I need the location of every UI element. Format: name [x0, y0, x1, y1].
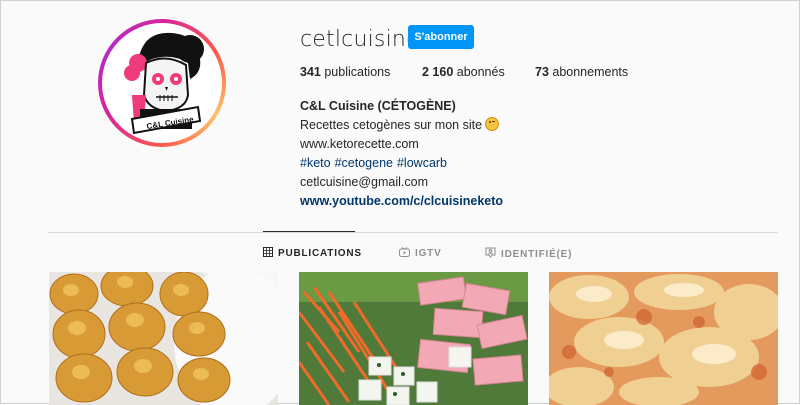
following-stat[interactable]: 73 abonnements [535, 65, 628, 79]
profile-username: cetlcuisine [300, 27, 420, 52]
bio-name: C&L Cuisine (CÉTOGÈNE) [300, 99, 456, 113]
bio-tagline: Recettes cetogènes sur mon site [300, 118, 483, 132]
tab-label: IGTV [415, 248, 442, 259]
tabs-divider [48, 232, 778, 233]
grid-icon [263, 247, 273, 260]
tab-publications[interactable]: PUBLICATIONS [263, 247, 362, 260]
tab-tagged[interactable]: IDENTIFIÉ(E) [485, 247, 572, 261]
tab-igtv[interactable]: IGTV [399, 247, 442, 260]
profile-avatar[interactable]: C&L Cuisine [98, 19, 226, 147]
avatar-image: C&L Cuisine [102, 23, 222, 143]
tagged-icon [485, 247, 496, 261]
winking-face-icon [485, 117, 500, 131]
posts-count: 341 [300, 65, 321, 79]
profile-bio: C&L Cuisine (CÉTOGÈNE) Recettes cetogène… [300, 97, 503, 211]
followers-stat[interactable]: 2 160 abonnés [422, 65, 505, 79]
igtv-icon [399, 247, 410, 260]
posts-label: publications [320, 65, 391, 79]
followers-label: abonnés [453, 65, 505, 79]
post-thumbnail-salad[interactable] [299, 272, 528, 405]
tab-label: PUBLICATIONS [278, 248, 362, 259]
following-count: 73 [535, 65, 549, 79]
hashtag-link[interactable]: #cetogene [335, 156, 393, 170]
posts-stat: 341 publications [300, 65, 390, 79]
post-thumbnail-madeleines[interactable] [49, 272, 278, 405]
bio-website: www.ketorecette.com [300, 137, 419, 151]
following-label: abonnements [548, 65, 629, 79]
bio-hashtags: #keto #cetogene #lowcarb [300, 154, 503, 173]
followers-count: 2 160 [422, 65, 454, 79]
hashtag-link[interactable]: #keto [300, 156, 331, 170]
bio-email: cetlcuisine@gmail.com [300, 175, 429, 189]
bio-tagline-row: Recettes cetogènes sur mon site [300, 116, 503, 135]
follow-button[interactable]: S'abonner [408, 25, 474, 49]
tab-label: IDENTIFIÉ(E) [501, 248, 573, 260]
bio-youtube-link[interactable]: www.youtube.com/c/clcuisineketo [300, 192, 503, 211]
active-tab-indicator [263, 231, 355, 232]
post-thumbnail-pizza[interactable] [549, 272, 778, 405]
hashtag-link[interactable]: #lowcarb [397, 156, 447, 170]
